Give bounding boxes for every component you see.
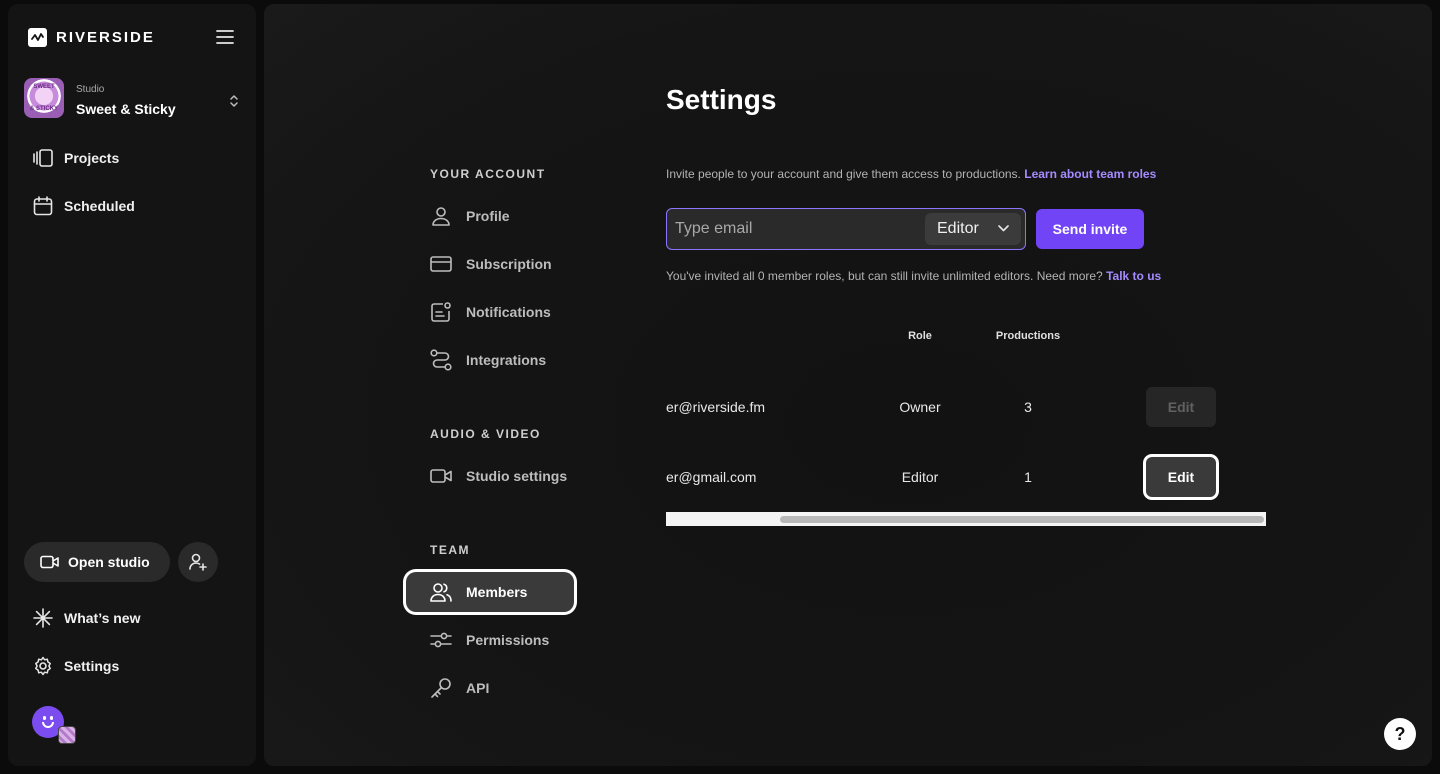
- invite-note: You've invited all 0 member roles, but c…: [666, 269, 1161, 283]
- column-header-productions: Productions: [995, 330, 1061, 342]
- help-button[interactable]: ?: [1384, 718, 1416, 750]
- settings-nav-members[interactable]: Members: [406, 572, 574, 612]
- studio-avatar-text-bottom: & STICKY: [29, 106, 58, 112]
- brand-name: RIVERSIDE: [56, 29, 155, 46]
- sidebar-item-whats-new[interactable]: What’s new: [32, 604, 141, 632]
- add-user-icon: [188, 552, 208, 572]
- studio-avatar-text-top: SWEET: [33, 84, 55, 90]
- invite-description-text: Invite people to your account and give t…: [666, 167, 1021, 181]
- horizontal-scrollbar[interactable]: [666, 512, 1266, 526]
- studio-name: Sweet & Sticky: [76, 101, 176, 117]
- studio-mini-avatar: [58, 726, 76, 744]
- role-select-value: Editor: [937, 220, 979, 237]
- chevron-down-icon: [998, 225, 1009, 232]
- add-user-button[interactable]: [178, 542, 218, 582]
- page-title: Settings: [666, 84, 777, 115]
- edit-button[interactable]: Edit: [1146, 387, 1216, 427]
- gear-icon: [32, 655, 54, 677]
- sidebar-item-projects[interactable]: Projects: [32, 144, 119, 172]
- member-productions: 3: [1024, 399, 1032, 415]
- key-icon: [430, 677, 452, 699]
- table-row: er@gmail.com Editor 1 Edit: [666, 457, 1266, 497]
- invite-email-box: Editor: [666, 208, 1026, 250]
- section-team: TEAM: [430, 543, 470, 557]
- learn-team-roles-link[interactable]: Learn about team roles: [1024, 167, 1156, 181]
- settings-nav-label: Profile: [466, 208, 510, 224]
- app-sidebar: RIVERSIDE SWEET & STICKY Studio Sweet & …: [8, 4, 256, 766]
- invite-note-text: You've invited all 0 member roles, but c…: [666, 269, 1103, 283]
- settings-nav-profile[interactable]: Profile: [406, 196, 574, 236]
- section-your-account: YOUR ACCOUNT: [430, 167, 546, 181]
- calendar-icon: [32, 195, 54, 217]
- users-icon: [430, 581, 452, 603]
- section-audio-video: AUDIO & VIDEO: [430, 427, 541, 441]
- settings-nav-label: Notifications: [466, 304, 551, 320]
- open-studio-label: Open studio: [68, 554, 150, 570]
- settings-nav-subscription[interactable]: Subscription: [406, 244, 574, 284]
- open-studio-button[interactable]: Open studio: [24, 542, 170, 582]
- invite-description: Invite people to your account and give t…: [666, 167, 1156, 181]
- settings-nav-label: API: [466, 680, 490, 696]
- video-camera-icon: [430, 465, 452, 487]
- user-icon: [430, 205, 452, 227]
- table-row: er@riverside.fm Owner 3 Edit: [666, 387, 1266, 427]
- settings-nav-permissions[interactable]: Permissions: [406, 620, 574, 660]
- sidebar-item-label: Settings: [64, 658, 120, 674]
- settings-nav-notifications[interactable]: Notifications: [406, 292, 574, 332]
- hamburger-menu-icon[interactable]: [216, 29, 234, 45]
- settings-nav-studio-settings[interactable]: Studio settings: [406, 456, 574, 496]
- edit-button[interactable]: Edit: [1146, 457, 1216, 497]
- scrollbar-thumb[interactable]: [780, 516, 1264, 523]
- sliders-icon: [430, 629, 452, 651]
- studio-avatar: SWEET & STICKY: [24, 78, 64, 118]
- member-role: Owner: [899, 399, 941, 415]
- sidebar-item-scheduled[interactable]: Scheduled: [32, 192, 135, 220]
- settings-nav-api[interactable]: API: [406, 668, 574, 708]
- settings-nav-label: Permissions: [466, 632, 550, 648]
- sidebar-item-label: Scheduled: [64, 198, 135, 214]
- column-header-role: Role: [908, 330, 932, 342]
- send-invite-button[interactable]: Send invite: [1036, 209, 1144, 249]
- credit-card-icon: [430, 253, 452, 275]
- settings-nav-label: Studio settings: [466, 468, 568, 484]
- logo-row: RIVERSIDE: [28, 28, 236, 48]
- email-input[interactable]: [675, 209, 925, 249]
- member-email: er@riverside.fm: [666, 399, 766, 415]
- riverside-logo-icon: [28, 28, 47, 47]
- integrations-icon: [430, 349, 452, 371]
- sidebar-item-label: What’s new: [64, 610, 141, 626]
- member-productions: 1: [1024, 469, 1032, 485]
- studio-switcher[interactable]: SWEET & STICKY Studio Sweet & Sticky: [24, 78, 240, 126]
- settings-nav-label: Members: [466, 584, 528, 600]
- settings-nav-label: Subscription: [466, 256, 552, 272]
- member-role: Editor: [901, 469, 939, 485]
- sidebar-item-label: Projects: [64, 150, 120, 166]
- role-select[interactable]: Editor: [925, 213, 1021, 245]
- notification-icon: [430, 301, 452, 323]
- member-email: er@gmail.com: [666, 469, 757, 485]
- settings-nav-integrations[interactable]: Integrations: [406, 340, 574, 380]
- chevron-updown-icon: [228, 94, 240, 108]
- projects-icon: [32, 147, 54, 169]
- sparkle-icon: [32, 607, 54, 629]
- video-camera-icon: [40, 555, 60, 569]
- settings-nav-label: Integrations: [466, 352, 547, 368]
- talk-to-us-link[interactable]: Talk to us: [1106, 269, 1161, 283]
- sidebar-item-settings[interactable]: Settings: [32, 652, 119, 680]
- studio-label: Studio: [76, 84, 105, 95]
